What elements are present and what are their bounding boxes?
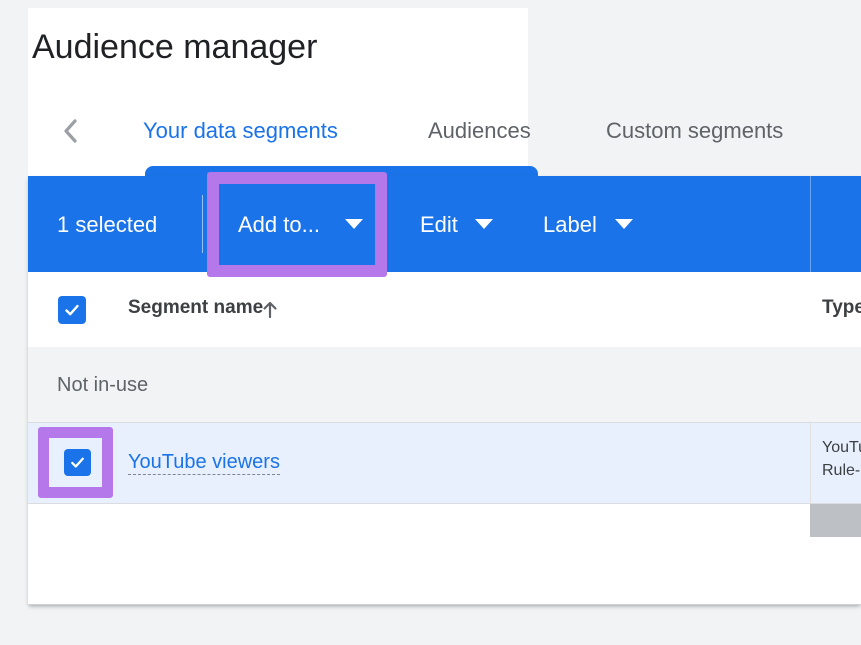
page-background: Audience manager Your data segments Audi… — [0, 0, 861, 645]
column-divider — [810, 423, 811, 504]
select-all-checkbox[interactable] — [58, 296, 86, 324]
column-header-segment-name[interactable]: Segment name — [128, 295, 263, 321]
chevron-left-icon — [56, 115, 88, 147]
table-header-row: Segment name Type — [28, 272, 861, 347]
checkmark-icon — [62, 300, 82, 320]
dropdown-caret-icon[interactable] — [345, 219, 363, 229]
segments-table-card: 1 selected Add to... Edit Label Segment … — [28, 176, 861, 605]
tabs-back-button[interactable] — [56, 115, 88, 147]
tab-audiences[interactable]: Audiences — [428, 116, 531, 146]
type-cell-line2: Rule-based — [822, 459, 861, 482]
add-to-button[interactable]: Add to... — [238, 212, 320, 238]
dropdown-caret-icon[interactable] — [475, 219, 493, 229]
type-cell-line1: YouTube — [822, 436, 861, 459]
column-header-type[interactable]: Type — [822, 295, 861, 321]
segment-name-link[interactable]: YouTube viewers — [128, 449, 280, 475]
table-row: YouTube viewers YouTube Rule-based — [28, 423, 861, 504]
tab-your-data-segments[interactable]: Your data segments — [143, 116, 338, 146]
toolbar-column-line — [810, 176, 811, 272]
toolbar-divider — [202, 195, 203, 253]
group-label: Not in-use — [57, 372, 148, 398]
horizontal-scrollbar-thumb[interactable] — [810, 504, 861, 537]
dropdown-caret-icon[interactable] — [615, 219, 633, 229]
edit-button[interactable]: Edit — [420, 212, 458, 238]
row-checkbox[interactable] — [64, 449, 91, 476]
sort-ascending-icon[interactable] — [258, 297, 282, 321]
selected-count-label: 1 selected — [57, 212, 157, 238]
group-row: Not in-use — [28, 347, 861, 423]
type-cell: YouTube Rule-based — [822, 436, 861, 482]
page-title: Audience manager — [32, 26, 317, 68]
selection-toolbar: 1 selected Add to... Edit Label — [28, 176, 861, 272]
label-button[interactable]: Label — [543, 212, 597, 238]
tab-custom-segments[interactable]: Custom segments — [606, 116, 783, 146]
checkmark-icon — [68, 453, 87, 472]
